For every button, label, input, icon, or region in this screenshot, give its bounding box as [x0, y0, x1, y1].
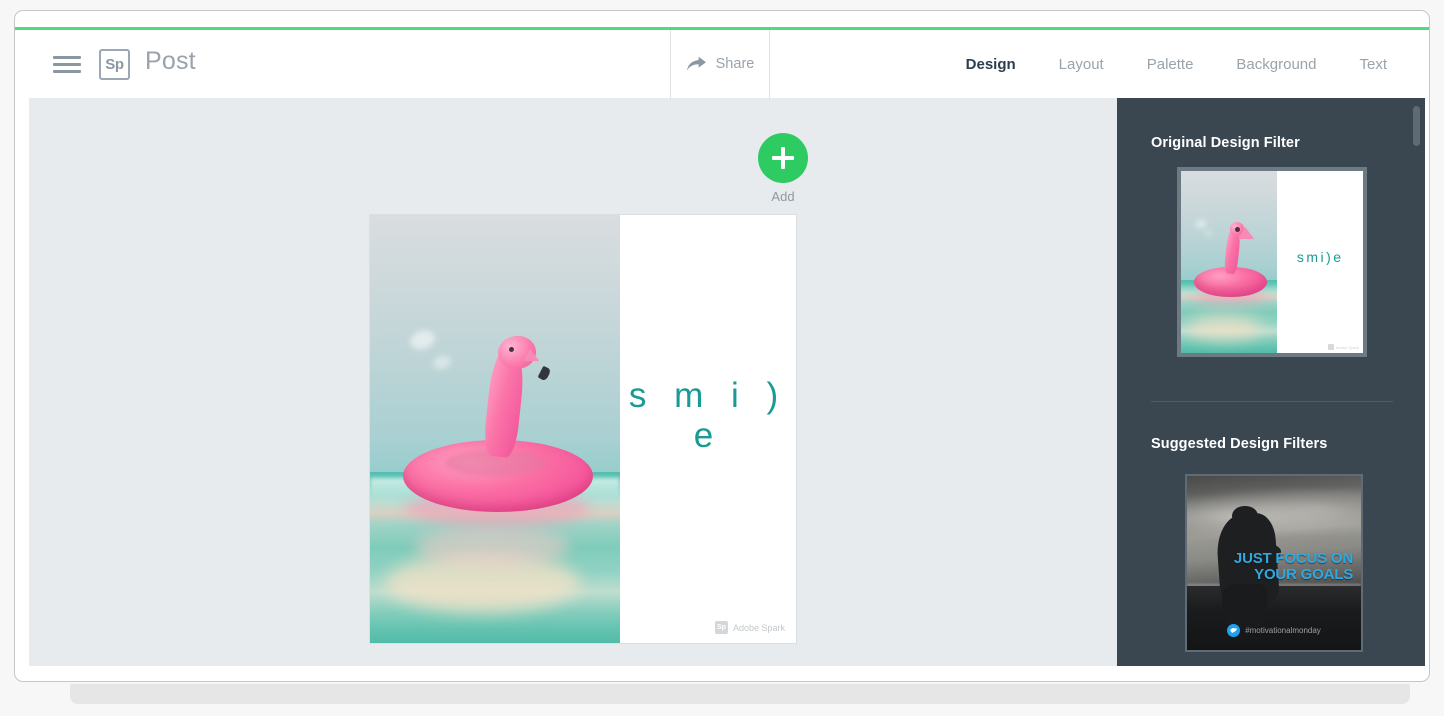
adobe-spark-watermark: Sp Adobe Spark: [714, 621, 785, 634]
design-filters-panel: Original Design Filter smi)e Adobe Spark…: [1117, 98, 1425, 666]
original-filter-heading: Original Design Filter: [1151, 135, 1300, 151]
suggested-thumbnail-headline: JUST FOCUS ON YOUR GOALS: [1233, 549, 1353, 583]
hamburger-bar: [53, 55, 81, 59]
tab-palette[interactable]: Palette: [1147, 56, 1194, 73]
plus-icon: [758, 133, 808, 183]
sidebar-scrollbar[interactable]: [1413, 106, 1420, 146]
hamburger-bar: [53, 69, 81, 73]
tab-layout[interactable]: Layout: [1059, 56, 1104, 73]
editor-tab-bar: Design Layout Palette Background Text: [966, 30, 1387, 98]
suggested-filters-heading: Suggested Design Filters: [1151, 436, 1328, 452]
window-drop-shadow: [70, 684, 1410, 704]
spark-watermark-logo: Sp: [714, 621, 728, 634]
thumbnail-watermark: Adobe Spark: [1327, 344, 1359, 350]
original-design-thumbnail[interactable]: smi)e Adobe Spark: [1177, 167, 1367, 357]
tab-design[interactable]: Design: [966, 56, 1016, 73]
flamingo-eye: [1234, 227, 1240, 233]
top-toolbar: Sp Post Share Design Layout Palette Back…: [15, 30, 1429, 98]
thumbnail-headline: smi)e: [1296, 248, 1344, 265]
flamingo-eye: [508, 346, 514, 352]
suggested-thumbnail-hashtag: #motivationalmonday: [1245, 626, 1321, 635]
tab-text[interactable]: Text: [1359, 56, 1387, 73]
suggested-thumbnail-footer: #motivationalmonday: [1187, 624, 1361, 637]
hamburger-menu-icon[interactable]: [53, 52, 83, 76]
watermark-label: Adobe Spark: [732, 622, 785, 633]
panel-divider: [1151, 401, 1393, 402]
twitter-icon: [1227, 624, 1241, 637]
share-button[interactable]: Share: [670, 30, 770, 98]
spark-watermark-logo: [1327, 344, 1334, 350]
share-label: Share: [715, 56, 755, 72]
underwater-reflection: [415, 527, 570, 566]
application-window: Sp Post Share Design Layout Palette Back…: [14, 10, 1430, 682]
flamingo-photo: [370, 215, 620, 643]
design-text-pane[interactable]: s m i ) e Sp Adobe Spark: [620, 215, 796, 643]
thumbnail-text-pane: smi)e Adobe Spark: [1277, 171, 1363, 353]
document-title: Post: [145, 47, 196, 75]
suggested-design-thumbnail[interactable]: JUST FOCUS ON YOUR GOALS #motivationalmo…: [1185, 474, 1363, 652]
hamburger-bar: [53, 62, 81, 66]
design-canvas[interactable]: s m i ) e Sp Adobe Spark: [370, 215, 796, 643]
share-arrow-icon: [686, 56, 707, 73]
tab-background[interactable]: Background: [1236, 56, 1316, 73]
thumbnail-watermark-label: Adobe Spark: [1335, 344, 1359, 350]
runner-silhouette-leg: [1221, 583, 1268, 630]
add-button-label: Add: [771, 189, 795, 204]
thumbnail-photo: [1181, 171, 1278, 353]
design-headline-text[interactable]: s m i ) e: [620, 376, 796, 456]
spark-logo[interactable]: Sp: [99, 49, 130, 80]
add-button[interactable]: Add: [740, 133, 826, 204]
underwater-sand: [1186, 314, 1262, 341]
